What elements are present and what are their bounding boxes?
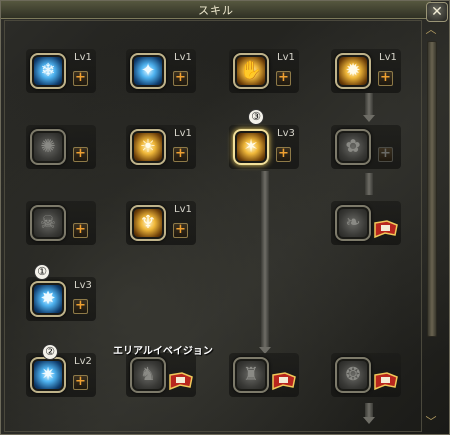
skill-slot-r2c1[interactable]: ✺ + — [26, 125, 96, 169]
level-up-button[interactable]: + — [378, 71, 393, 86]
skill-level: Lv1 — [277, 52, 295, 63]
skill-slot-r5c3[interactable]: ♜ — [229, 353, 299, 397]
ice-skill-icon[interactable]: ❄ — [30, 53, 66, 89]
locked-skill-icon[interactable]: ♜ — [233, 357, 269, 393]
lightning-skill-icon[interactable]: ✶ — [233, 129, 269, 165]
skill-slot-r3c4[interactable]: ❧ — [331, 201, 401, 245]
scroll-down-arrow-icon[interactable]: ﹀ — [424, 415, 438, 429]
ice-burst-skill-icon[interactable]: ✸ — [30, 281, 66, 317]
level-up-button[interactable]: + — [73, 299, 88, 314]
frost-strike-skill-icon[interactable]: ✦ — [130, 53, 166, 89]
level-up-button[interactable]: + — [73, 147, 88, 162]
skill-slot-r5c2[interactable]: ♞ — [126, 353, 196, 397]
level-up-button[interactable]: + — [173, 223, 188, 238]
skill-level: Lv1 — [174, 128, 192, 139]
frost-nova-skill-icon[interactable]: ✷ — [30, 357, 66, 393]
scrollbar[interactable]: ︿ ﹀ — [424, 23, 438, 431]
tree-connector-r2c4-r3c4 — [365, 173, 373, 195]
skill-slot-r1c3[interactable]: ✋ Lv1 + — [229, 49, 299, 93]
skill-slot-r1c1[interactable]: ❄ Lv1 + — [26, 49, 96, 93]
level-up-button[interactable]: + — [276, 71, 291, 86]
aerial-evasion-skill-icon[interactable]: ♞ — [130, 357, 166, 393]
skill-slot-r2c2[interactable]: ☀ Lv1 + — [126, 125, 196, 169]
level-up-button[interactable]: + — [173, 71, 188, 86]
skill-book-flag-icon — [169, 372, 193, 391]
locked-skill-icon[interactable]: ✿ — [335, 129, 371, 165]
skill-book-flag-icon — [374, 372, 398, 391]
skill-slot-r2c3[interactable]: ✶ Lv3 + — [229, 125, 299, 169]
flame-burst-skill-icon[interactable]: ✹ — [335, 53, 371, 89]
skill-book-flag-icon — [272, 372, 296, 391]
tree-arrow-bottom — [363, 417, 375, 424]
skill-slot-r3c1[interactable]: ☠ + — [26, 201, 96, 245]
level-up-button-disabled[interactable]: + — [378, 147, 393, 162]
fire-hand-skill-icon[interactable]: ✋ — [233, 53, 269, 89]
skill-level: Lv2 — [74, 356, 92, 367]
skill-slot-r1c2[interactable]: ✦ Lv1 + — [126, 49, 196, 93]
skill-book-flag-icon — [374, 220, 398, 239]
skill-level: Lv3 — [277, 128, 295, 139]
scroll-up-arrow-icon[interactable]: ︿ — [424, 23, 438, 37]
title-bar[interactable]: スキル — [1, 1, 431, 19]
skill-name-tooltip: エリアルイベイジョン — [113, 346, 213, 357]
tree-connector-r2c3-r5c3 — [261, 171, 269, 349]
locked-skill-icon[interactable]: ❂ — [335, 357, 371, 393]
level-up-button[interactable]: + — [276, 147, 291, 162]
skill-level: Lv1 — [174, 52, 192, 63]
tree-connector-r1c4-r2c4 — [365, 93, 373, 115]
marker-badge-1: ① — [34, 264, 50, 280]
level-up-button[interactable]: + — [73, 223, 88, 238]
skill-level: Lv1 — [379, 52, 397, 63]
locked-skill-icon[interactable]: ❧ — [335, 205, 371, 241]
level-up-button[interactable]: + — [73, 375, 88, 390]
marker-badge-2: ② — [42, 344, 58, 360]
tree-connector-r5c4-down — [365, 403, 373, 417]
skill-level: Lv1 — [174, 204, 192, 215]
skill-slot-r5c1[interactable]: ✷ Lv2 + — [26, 353, 96, 397]
fire-palm-skill-icon[interactable]: ☀ — [130, 129, 166, 165]
window-title: スキル — [198, 4, 234, 17]
level-up-button[interactable]: + — [173, 147, 188, 162]
skull-skill-icon[interactable]: ☠ — [30, 205, 66, 241]
skill-slot-r4c1[interactable]: ✸ Lv3 + — [26, 277, 96, 321]
skill-slot-r5c4[interactable]: ❂ — [331, 353, 401, 397]
skill-level: Lv1 — [74, 52, 92, 63]
skill-slot-r3c2[interactable]: ♆ Lv1 + — [126, 201, 196, 245]
marker-badge-3: ③ — [248, 109, 264, 125]
tree-arrow-r2c4 — [363, 115, 375, 122]
scroll-thumb[interactable] — [427, 41, 437, 337]
skill-slot-r2c4[interactable]: ✿ + — [331, 125, 401, 169]
locked-skill-icon[interactable]: ✺ — [30, 129, 66, 165]
holy-figure-skill-icon[interactable]: ♆ — [130, 205, 166, 241]
skill-level: Lv3 — [74, 280, 92, 291]
level-up-button[interactable]: + — [73, 71, 88, 86]
close-button[interactable]: ✕ — [426, 2, 448, 22]
skill-slot-r1c4[interactable]: ✹ Lv1 + — [331, 49, 401, 93]
skill-window: スキル ✕ ︿ ﹀ ❄ Lv1 + ✦ Lv1 + ✋ Lv1 + ✹ Lv1 … — [0, 0, 450, 435]
